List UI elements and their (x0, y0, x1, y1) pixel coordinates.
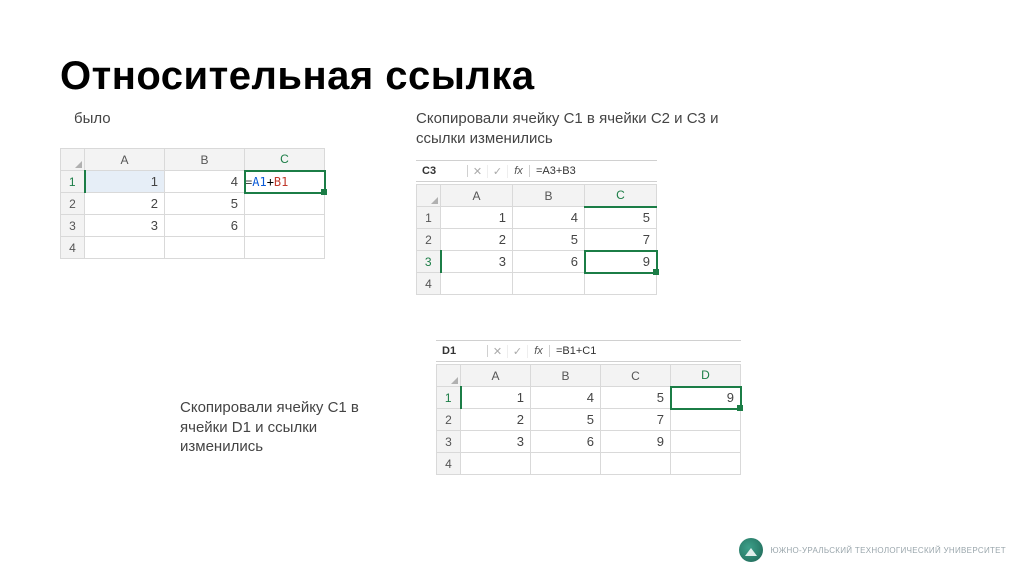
cell-b1: 4 (513, 207, 585, 229)
cell-b4 (165, 237, 245, 259)
cell-b3: 6 (513, 251, 585, 273)
formula-bar-2: C3 ✕ ✓ fx =A3+B3 (416, 160, 657, 182)
cell-d1: 9 (671, 387, 741, 409)
cell-a2: 2 (441, 229, 513, 251)
cell-b1: 4 (165, 171, 245, 193)
cancel-icon: ✕ (468, 165, 488, 178)
cell-c3: 9 (585, 251, 657, 273)
ref-b1: B1 (274, 175, 288, 189)
formula-text-3: =B1+C1 (550, 345, 596, 357)
cell-a3: 3 (461, 431, 531, 453)
formula-text-2: =A3+B3 (530, 165, 576, 177)
plus-sign: + (267, 175, 274, 189)
cell-c3: 9 (601, 431, 671, 453)
footer: ЮЖНО-УРАЛЬСКИЙ ТЕХНОЛОГИЧЕСКИЙ УНИВЕРСИТ… (739, 538, 1006, 562)
select-all-corner (437, 365, 461, 387)
col-header-b: B (165, 149, 245, 171)
col-header-d: D (671, 365, 741, 387)
enter-icon: ✓ (508, 345, 528, 358)
university-label: ЮЖНО-УРАЛЬСКИЙ ТЕХНОЛОГИЧЕСКИЙ УНИВЕРСИТ… (771, 546, 1006, 555)
col-header-a: A (441, 185, 513, 207)
cell-c4 (245, 237, 325, 259)
cell-d3 (671, 431, 741, 453)
cell-b2: 5 (513, 229, 585, 251)
cell-d4 (671, 453, 741, 475)
cell-d2 (671, 409, 741, 431)
col-header-a: A (85, 149, 165, 171)
excel-example-3: D1 ✕ ✓ fx =B1+C1 A B C D 1 1 4 5 9 2 2 5… (436, 340, 741, 475)
select-all-corner (417, 185, 441, 207)
col-header-c: C (245, 149, 325, 171)
cancel-icon: ✕ (488, 345, 508, 358)
cell-a3: 3 (85, 215, 165, 237)
cell-a1: 1 (85, 171, 165, 193)
cell-b2: 5 (531, 409, 601, 431)
grid-1: A B C 1 1 4 =A1+B1 2 2 5 3 3 6 4 (60, 148, 325, 259)
col-header-b: B (531, 365, 601, 387)
cell-c4 (601, 453, 671, 475)
cell-c2: 7 (585, 229, 657, 251)
row-header-4: 4 (417, 273, 441, 295)
cell-c1-formula: =A1+B1 (245, 171, 325, 193)
col-header-b: B (513, 185, 585, 207)
name-box-2: C3 (416, 165, 468, 177)
cell-a4 (85, 237, 165, 259)
cell-a3: 3 (441, 251, 513, 273)
col-header-a: A (461, 365, 531, 387)
grid-3: A B C D 1 1 4 5 9 2 2 5 7 3 3 6 9 4 (436, 364, 741, 475)
name-box-3: D1 (436, 345, 488, 357)
cell-a1: 1 (461, 387, 531, 409)
caption-copied-c2c3: Скопировали ячейку С1 в ячейки С2 и С3 и… (416, 109, 726, 148)
row-header-4: 4 (61, 237, 85, 259)
excel-example-1: A B C 1 1 4 =A1+B1 2 2 5 3 3 6 4 (60, 148, 325, 259)
row-header-1: 1 (61, 171, 85, 193)
row-header-4: 4 (437, 453, 461, 475)
cell-c2 (245, 193, 325, 215)
enter-icon: ✓ (488, 165, 508, 178)
cell-a4 (461, 453, 531, 475)
cell-a2: 2 (85, 193, 165, 215)
cell-a2: 2 (461, 409, 531, 431)
cell-b2: 5 (165, 193, 245, 215)
cell-c1: 5 (601, 387, 671, 409)
excel-example-2: C3 ✕ ✓ fx =A3+B3 A B C 1 1 4 5 2 2 5 7 3… (416, 160, 657, 295)
row-header-1: 1 (417, 207, 441, 229)
slide-title: Относительная ссылка (60, 54, 535, 99)
fx-icon: fx (508, 165, 530, 177)
cell-b4 (513, 273, 585, 295)
cell-c2: 7 (601, 409, 671, 431)
cell-c4 (585, 273, 657, 295)
caption-was: было (74, 109, 111, 129)
formula-bar-3: D1 ✕ ✓ fx =B1+C1 (436, 340, 741, 362)
row-header-1: 1 (437, 387, 461, 409)
col-header-c: C (585, 185, 657, 207)
row-header-3: 3 (437, 431, 461, 453)
cell-a1: 1 (441, 207, 513, 229)
row-header-2: 2 (417, 229, 441, 251)
col-header-c: C (601, 365, 671, 387)
select-all-corner (61, 149, 85, 171)
row-header-2: 2 (61, 193, 85, 215)
cell-c1: 5 (585, 207, 657, 229)
university-logo-icon (739, 538, 763, 562)
fx-icon: fx (528, 345, 550, 357)
cell-b4 (531, 453, 601, 475)
row-header-2: 2 (437, 409, 461, 431)
row-header-3: 3 (417, 251, 441, 273)
cell-b1: 4 (531, 387, 601, 409)
cell-c3 (245, 215, 325, 237)
grid-2: A B C 1 1 4 5 2 2 5 7 3 3 6 9 4 (416, 184, 657, 295)
caption-copied-d1: Скопировали ячейку С1 в ячейки D1 и ссыл… (180, 398, 390, 457)
cell-b3: 6 (165, 215, 245, 237)
ref-a1: A1 (252, 175, 266, 189)
row-header-3: 3 (61, 215, 85, 237)
cell-a4 (441, 273, 513, 295)
cell-b3: 6 (531, 431, 601, 453)
